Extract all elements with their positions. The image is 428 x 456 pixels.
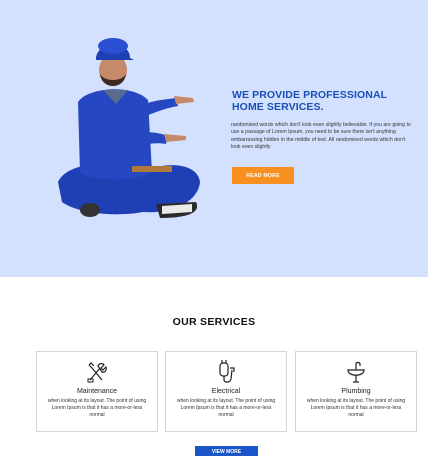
service-card-plumbing[interactable]: Plumbing when looking at its layout. The…: [295, 351, 417, 432]
hero-description: randomised words which don't look even s…: [231, 122, 411, 151]
services-title: OUR SERVICES: [172, 316, 256, 328]
hero-section: WE PROVIDE PROFESSIONAL HOME SERVICES. r…: [0, 0, 428, 277]
service-card-electrical[interactable]: Electrical when looking at its layout. T…: [165, 351, 287, 432]
hero-title: WE PROVIDE PROFESSIONAL HOME SERVICES.: [232, 89, 412, 113]
tools-icon: [87, 362, 107, 383]
service-card-maintenance[interactable]: Maintenance when looking at its layout. …: [36, 351, 158, 432]
service-description: when looking at its layout. The point of…: [47, 398, 147, 418]
service-name: Plumbing: [341, 388, 371, 395]
hero-title-line2: HOME SERVICES.: [232, 101, 324, 113]
service-name: Maintenance: [76, 388, 118, 395]
service-description: when looking at its layout. The point of…: [306, 398, 406, 418]
plumber-photo: [58, 38, 200, 218]
view-more-button[interactable]: VIEW MORE: [195, 446, 258, 456]
service-name: Electrical: [211, 388, 241, 395]
service-description: when looking at its layout. The point of…: [176, 398, 276, 418]
read-more-button[interactable]: READ MORE: [232, 167, 294, 184]
hero-title-line1: WE PROVIDE PROFESSIONAL: [232, 89, 388, 101]
sink-icon: [347, 361, 365, 383]
plug-icon: [219, 360, 235, 383]
